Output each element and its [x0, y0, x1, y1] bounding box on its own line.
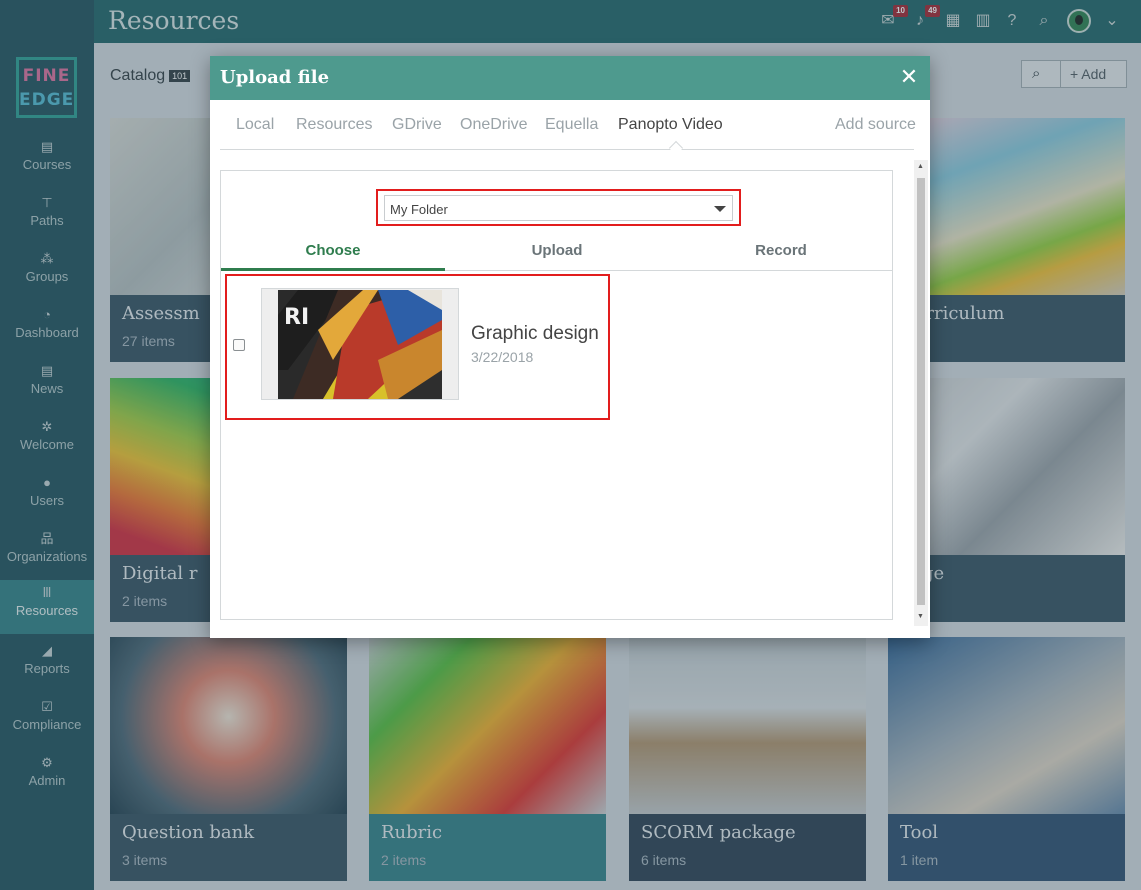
add-source-link[interactable]: Add source: [835, 116, 916, 134]
scroll-down-icon[interactable]: ▼: [917, 613, 924, 620]
tab-upload[interactable]: Upload: [445, 241, 669, 271]
item-title[interactable]: Graphic design: [471, 323, 599, 345]
sub-tabs: Choose Upload Record: [221, 241, 892, 271]
source-tabs: Local Resources GDrive OneDrive Equella …: [220, 100, 916, 156]
dialog-header: Upload file ✕: [210, 56, 930, 100]
scroll-up-icon[interactable]: ▲: [917, 163, 924, 170]
video-thumbnail[interactable]: RI: [261, 288, 459, 400]
scroll-thumb[interactable]: [917, 178, 925, 605]
item-date: 3/22/2018: [471, 349, 534, 365]
tab-record[interactable]: Record: [669, 241, 893, 271]
close-icon[interactable]: ✕: [898, 65, 920, 89]
tab-panopto-video[interactable]: Panopto Video: [618, 116, 723, 134]
caret-down-icon: [714, 206, 726, 212]
tab-local[interactable]: Local: [236, 116, 274, 134]
active-tab-caret: [668, 140, 684, 156]
tab-resources[interactable]: Resources: [296, 116, 372, 134]
thumbnail-image: RI: [278, 290, 442, 399]
svg-text:RI: RI: [284, 305, 309, 330]
tab-gdrive[interactable]: GDrive: [392, 116, 442, 134]
folder-select-value: My Folder: [390, 202, 448, 217]
collage-graphic: RI: [278, 290, 442, 399]
item-checkbox[interactable]: [233, 339, 245, 351]
tab-equella[interactable]: Equella: [545, 116, 598, 134]
highlight-box: RI Graphic design 3/22/2018: [225, 274, 610, 420]
scrollbar[interactable]: ▲ ▼: [914, 160, 928, 626]
dialog-title: Upload file: [220, 67, 330, 88]
tab-onedrive[interactable]: OneDrive: [460, 116, 528, 134]
highlight-box: My Folder: [376, 189, 741, 226]
upload-file-dialog: Upload file ✕ Local Resources GDrive One…: [210, 56, 930, 638]
folder-select[interactable]: My Folder: [384, 195, 733, 221]
panopto-panel: My Folder Choose Upload Record RI Graphi…: [220, 170, 893, 620]
tab-choose[interactable]: Choose: [221, 241, 445, 271]
